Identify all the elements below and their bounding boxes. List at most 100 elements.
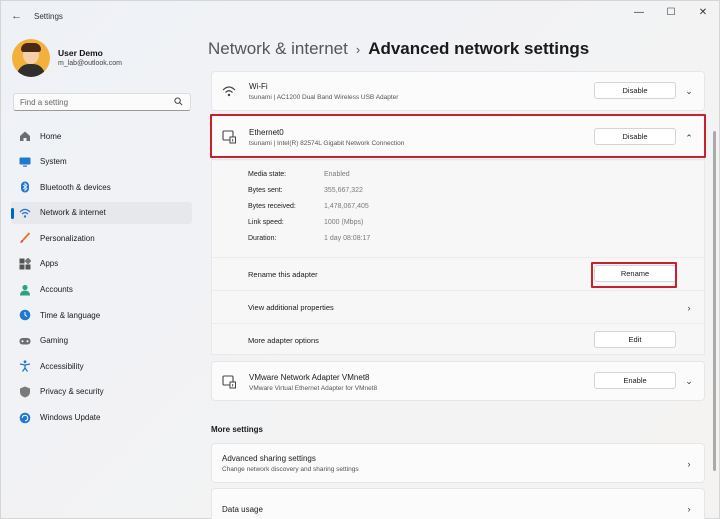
- data-usage-item[interactable]: Data usage ›: [211, 488, 705, 519]
- wifi-disable-button[interactable]: Disable: [594, 82, 676, 99]
- chevron-down-icon[interactable]: ⌄: [684, 376, 694, 386]
- page-title: Advanced network settings: [368, 39, 590, 58]
- sidebar-item-windows-update[interactable]: Windows Update: [11, 407, 192, 429]
- property-label: Duration:: [248, 235, 277, 242]
- property-value: 1000 (Mbps): [324, 219, 364, 226]
- sidebar-nav: Home System Bluetooth & devices Network …: [11, 125, 192, 432]
- rename-adapter-label: Rename this adapter: [248, 270, 318, 279]
- sidebar-item-accessibility[interactable]: Accessibility: [11, 355, 192, 377]
- apps-icon: [19, 257, 31, 270]
- person-icon: [20, 284, 30, 296]
- title-bar: ← Settings — ☐ ✕: [1, 1, 719, 31]
- edit-button[interactable]: Edit: [594, 331, 676, 348]
- sidebar-item-label: Windows Update: [40, 413, 101, 423]
- data-usage-title: Data usage: [222, 505, 263, 514]
- vmware-enable-button[interactable]: Enable: [594, 372, 676, 389]
- sidebar-item-privacy[interactable]: Privacy & security: [11, 381, 192, 403]
- sidebar-item-label: Home: [40, 131, 62, 141]
- vmware-adapter-card[interactable]: VMware Network Adapter VMnet8 VMware Vir…: [211, 361, 705, 401]
- ethernet-disable-button[interactable]: Disable: [594, 128, 676, 145]
- property-value: Enabled: [324, 171, 350, 178]
- search-icon[interactable]: [174, 97, 183, 106]
- settings-window: ← Settings — ☐ ✕ User Demo m_lab@outlook…: [0, 0, 720, 519]
- sidebar-item-gaming[interactable]: Gaming: [11, 330, 192, 352]
- sidebar-item-home[interactable]: Home: [11, 125, 192, 147]
- ethernet-adapter-title: Ethernet0: [249, 128, 284, 137]
- sidebar-item-time-language[interactable]: Time & language: [11, 304, 192, 326]
- home-icon: [20, 131, 30, 141]
- sidebar-item-label: Personalization: [40, 233, 95, 243]
- sidebar-item-label: Accessibility: [40, 361, 84, 371]
- sidebar-item-personalization[interactable]: Personalization: [11, 227, 192, 249]
- accessibility-icon: [19, 360, 31, 373]
- maximize-button[interactable]: ☐: [655, 1, 687, 23]
- breadcrumb-parent[interactable]: Network & internet: [208, 39, 348, 58]
- chevron-right-icon[interactable]: ›: [684, 504, 694, 514]
- property-value: 1,478,067,405: [324, 203, 369, 210]
- advanced-sharing-description: Change network discovery and sharing set…: [222, 466, 359, 473]
- chevron-up-icon[interactable]: ⌃: [684, 133, 694, 143]
- chevron-right-icon[interactable]: ›: [684, 459, 694, 469]
- ethernet-details-panel: Media state: Enabled Bytes sent: 355,667…: [211, 161, 706, 355]
- sidebar-item-label: Privacy & security: [40, 387, 104, 397]
- sidebar-item-label: Gaming: [40, 336, 69, 346]
- gamepad-icon: [19, 337, 31, 345]
- app-title: Settings: [34, 12, 63, 21]
- search-box: [13, 93, 191, 111]
- rename-button[interactable]: Rename: [594, 265, 676, 282]
- sidebar-item-bluetooth[interactable]: Bluetooth & devices: [11, 176, 192, 198]
- brush-icon: [20, 232, 31, 244]
- more-settings-heading: More settings: [211, 425, 264, 434]
- ethernet-adapter-description: tsunami | Intel(R) 82574L Gigabit Networ…: [249, 140, 405, 147]
- advanced-sharing-title: Advanced sharing settings: [222, 454, 316, 463]
- sidebar-item-network[interactable]: Network & internet: [11, 201, 192, 224]
- divider: [212, 257, 706, 258]
- vmware-adapter-title: VMware Network Adapter VMnet8: [249, 373, 370, 382]
- wifi-adapter-title: Wi-Fi: [249, 82, 268, 91]
- chevron-right-icon[interactable]: ›: [684, 303, 694, 313]
- wifi-adapter-description: tsunami | AC1200 Dual Band Wireless USB …: [249, 94, 399, 101]
- property-value: 1 day 08:08:17: [324, 235, 371, 242]
- vmware-adapter-description: VMware Virtual Ethernet Adapter for VMne…: [249, 385, 378, 392]
- ethernet-icon: [222, 375, 236, 389]
- property-label: Media state:: [248, 171, 287, 178]
- update-icon: [19, 412, 31, 423]
- property-label: Bytes sent:: [248, 187, 283, 194]
- more-adapter-options-label: More adapter options: [248, 336, 319, 345]
- sidebar-item-label: System: [40, 157, 67, 167]
- wifi-icon: [222, 86, 236, 97]
- divider: [212, 290, 706, 291]
- avatar: [12, 39, 50, 77]
- sidebar-item-system[interactable]: System: [11, 151, 192, 173]
- property-label: Link speed:: [248, 219, 284, 226]
- sidebar-item-apps[interactable]: Apps: [11, 253, 192, 275]
- chevron-down-icon[interactable]: ⌄: [684, 86, 694, 96]
- minimize-button[interactable]: —: [623, 1, 655, 23]
- monitor-icon: [19, 157, 31, 167]
- sidebar-item-label: Network & internet: [40, 208, 106, 218]
- close-button[interactable]: ✕: [687, 1, 719, 23]
- property-value: 355,667,322: [324, 187, 363, 194]
- ethernet-adapter-card[interactable]: Ethernet0 tsunami | Intel(R) 82574L Giga…: [211, 114, 705, 160]
- shield-icon: [20, 386, 30, 398]
- back-button[interactable]: ←: [11, 10, 22, 22]
- user-profile[interactable]: User Demo m_lab@outlook.com: [12, 39, 192, 79]
- user-name: User Demo: [58, 48, 103, 58]
- window-controls: — ☐ ✕: [623, 1, 719, 23]
- wifi-adapter-card[interactable]: Wi-Fi tsunami | AC1200 Dual Band Wireles…: [211, 71, 705, 111]
- scrollbar[interactable]: [713, 131, 716, 471]
- wifi-icon: [19, 208, 31, 218]
- ethernet-icon: [222, 130, 236, 144]
- search-input[interactable]: [14, 94, 164, 110]
- sidebar-item-label: Accounts: [40, 285, 73, 295]
- view-additional-properties-link[interactable]: View additional properties: [248, 303, 334, 312]
- sidebar-item-label: Apps: [40, 259, 59, 269]
- divider: [212, 323, 706, 324]
- advanced-sharing-settings-item[interactable]: Advanced sharing settings Change network…: [211, 443, 705, 483]
- breadcrumb: Network & internet › Advanced network sett…: [208, 39, 589, 59]
- user-email: m_lab@outlook.com: [58, 60, 122, 67]
- sidebar-item-accounts[interactable]: Accounts: [11, 279, 192, 301]
- sidebar-item-label: Time & language: [40, 310, 101, 320]
- property-label: Bytes received:: [248, 203, 296, 210]
- bluetooth-icon: [21, 181, 29, 193]
